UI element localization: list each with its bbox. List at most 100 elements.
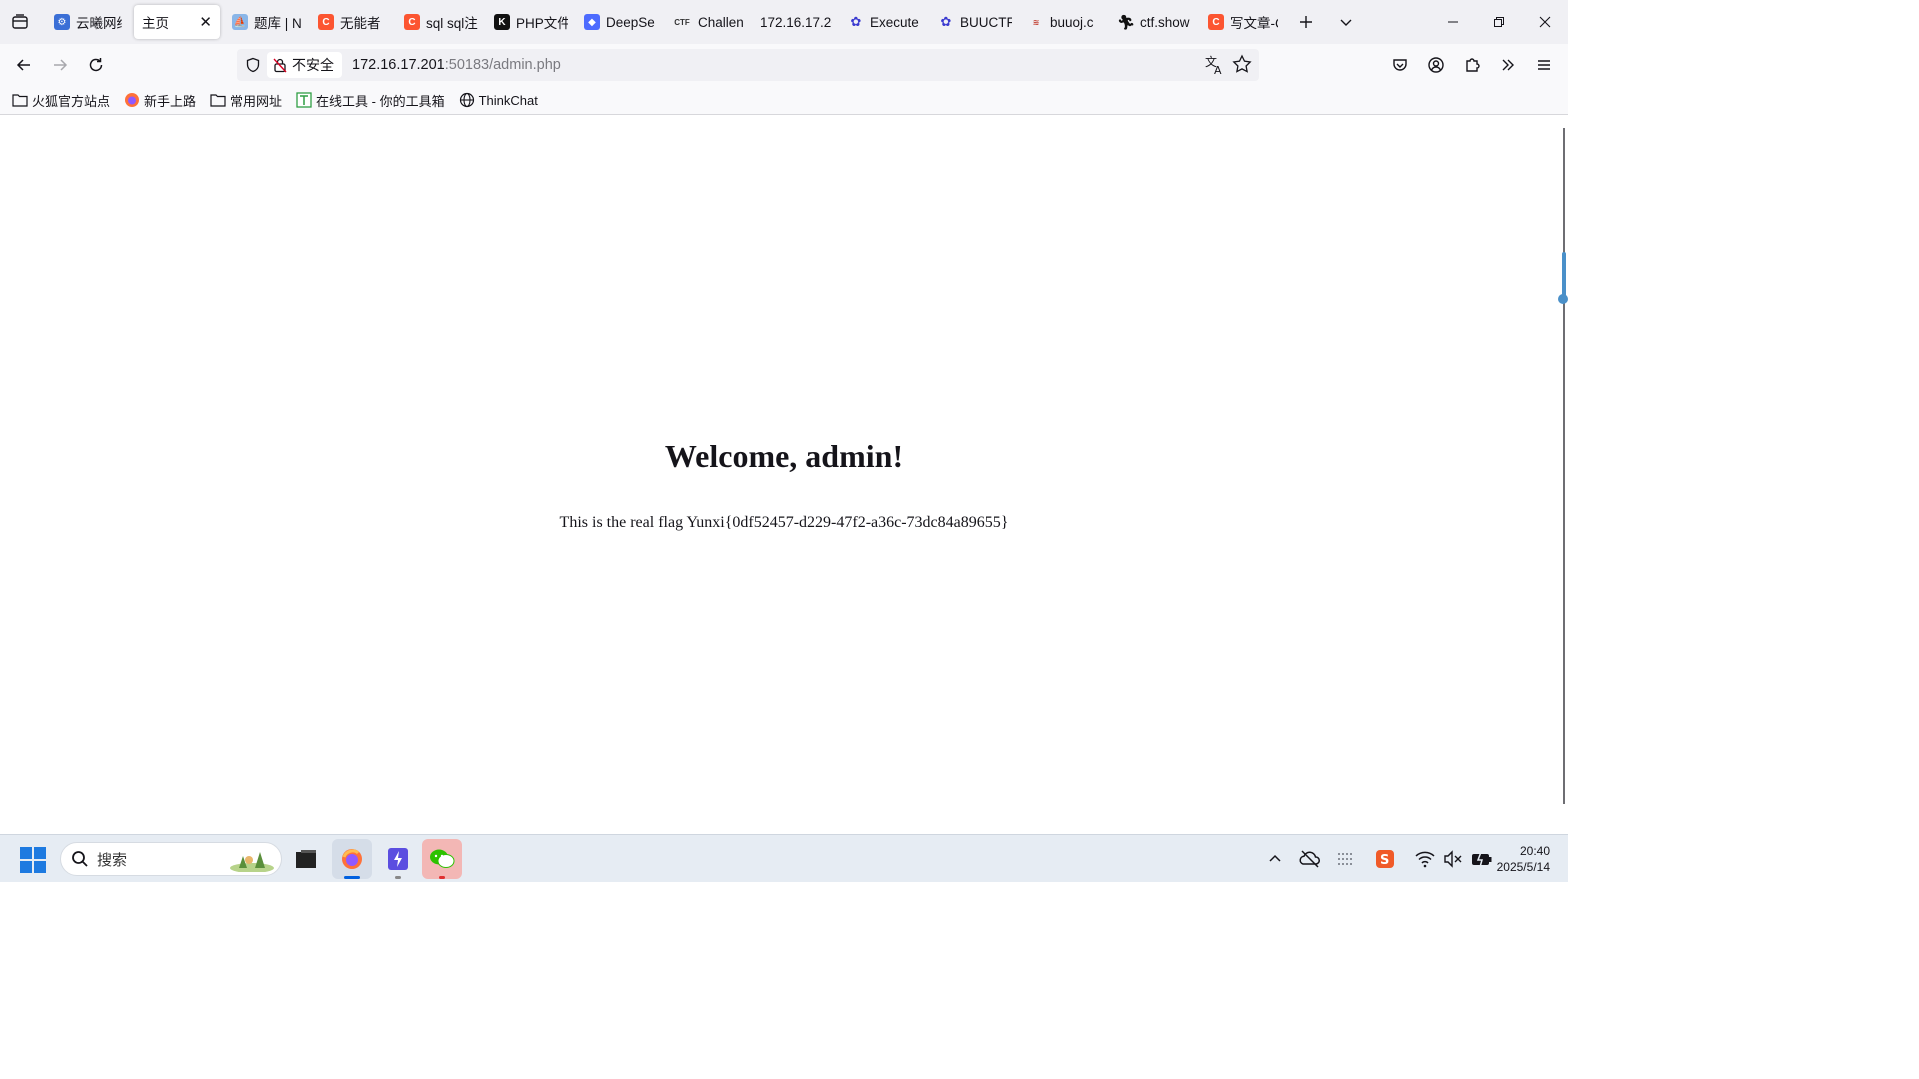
tab-overview-icon (12, 14, 28, 29)
lightning-app-icon (388, 848, 408, 870)
svg-text:S: S (1380, 853, 1389, 868)
taskbar-wechat[interactable] (422, 839, 462, 879)
tab-csdn-sql[interactable]: C sql sql注 (396, 5, 486, 39)
gear-blue-icon: ⚙ (54, 14, 70, 30)
restore-icon (1494, 17, 1504, 27)
pocket-icon (1393, 59, 1407, 71)
tab-yunxi[interactable]: ⚙ 云曦网络 (46, 5, 130, 39)
url-text[interactable]: 172.16.17.201:50183/admin.php (352, 57, 561, 73)
minimize-button[interactable] (1430, 0, 1476, 44)
taskbar-file-explorer[interactable] (286, 839, 326, 879)
taskbar-search[interactable]: 搜索 (60, 842, 282, 876)
new-tab-button[interactable] (1286, 0, 1326, 44)
list-all-tabs-button[interactable] (0, 0, 40, 44)
tab-ctfshow[interactable]: 🏃︎ ctf.show (1110, 5, 1200, 39)
flag-text: This is the real flag Yunxi{0df52457-d22… (559, 514, 1009, 531)
reload-button[interactable] (78, 49, 114, 81)
pocket-button[interactable] (1382, 49, 1418, 81)
bookmark-thinkchat[interactable]: ThinkChat (459, 92, 538, 108)
scrollbar-track[interactable] (1563, 128, 1565, 804)
clock-time: 20:40 (1519, 844, 1550, 858)
tab-csdn-1[interactable]: C 无能者 (310, 5, 396, 39)
navigation-toolbar: 不安全 172.16.17.201:50183/admin.php 文A (0, 44, 1568, 86)
windows-taskbar: 搜索 S 20:40 2025/5/14 (0, 834, 1568, 882)
scrollbar-thumb[interactable] (1562, 252, 1566, 300)
search-placeholder: 搜索 (97, 851, 128, 869)
bookmark-getting-started[interactable]: 新手上路 (124, 91, 196, 110)
forward-button[interactable] (42, 49, 78, 81)
wifi-icon[interactable] (1414, 848, 1436, 870)
tab-execute[interactable]: ✿ Execute (840, 5, 930, 39)
restore-button[interactable] (1476, 0, 1522, 44)
start-button[interactable] (20, 847, 46, 873)
ship-icon: ⛵ (232, 14, 248, 30)
site-security-indicator[interactable]: 不安全 (267, 52, 342, 78)
tab-challenge[interactable]: CTF Challen (664, 5, 752, 39)
account-icon (1428, 57, 1444, 73)
tool-icon (296, 92, 312, 108)
tab-deepseek[interactable]: ◆ DeepSe (576, 5, 664, 39)
page-viewport: Welcome, admin! This is the real flag Yu… (0, 116, 1568, 834)
double-chevron-right-icon (1502, 59, 1514, 71)
hamburger-menu-icon (1538, 60, 1550, 70)
chevron-down-icon (1340, 19, 1352, 26)
chevron-up-icon[interactable] (1264, 848, 1286, 870)
scrollbar-handle[interactable] (1558, 294, 1568, 304)
page-heading: Welcome, admin! (664, 438, 904, 474)
arrow-left-icon (16, 59, 30, 71)
onedrive-offline-icon[interactable] (1298, 848, 1322, 870)
tab-home[interactable]: 主页 ✕ (134, 5, 220, 39)
reload-icon (89, 58, 103, 72)
tab-buuctf[interactable]: ✿ BUUCTF (930, 5, 1020, 39)
deepseek-icon: ◆ (584, 14, 600, 30)
shield-icon[interactable] (245, 57, 261, 73)
close-icon (1539, 16, 1551, 28)
bookmark-firefox-official[interactable]: 火狐官方站点 (12, 91, 110, 110)
firefox-icon (125, 93, 140, 107)
taskbar-app-purple[interactable] (378, 839, 418, 879)
app-menu-button[interactable] (1526, 49, 1562, 81)
tab-ip[interactable]: 172.16.17.20 (752, 5, 840, 39)
ctf-icon: CTF (674, 17, 690, 27)
csdn-icon: C (318, 14, 334, 30)
plus-icon (1300, 16, 1312, 28)
system-tray: S (1264, 835, 1494, 883)
wechat-icon (430, 849, 455, 868)
network-app-icon[interactable] (1334, 848, 1356, 870)
paw-icon: ✿ (850, 14, 862, 29)
bookmark-star-icon[interactable] (1231, 53, 1253, 77)
back-button[interactable] (6, 49, 42, 81)
bookmark-online-tools[interactable]: 在线工具 - 你的工具箱 (296, 91, 445, 110)
more-tools-button[interactable] (1490, 49, 1526, 81)
taskbar-firefox[interactable] (332, 839, 372, 879)
paw-icon: ✿ (940, 14, 952, 29)
account-button[interactable] (1418, 49, 1454, 81)
globe-icon (459, 92, 474, 108)
battery-charging-icon[interactable] (1470, 848, 1494, 870)
tab-write-article[interactable]: C 写文章-C (1200, 5, 1286, 39)
url-bar[interactable]: 不安全 172.16.17.201:50183/admin.php 文A (237, 49, 1259, 81)
tab-php[interactable]: K PHP文件 (486, 5, 576, 39)
lock-insecure-icon (273, 58, 287, 73)
search-icon (72, 851, 88, 867)
folder-icon (210, 94, 226, 107)
arrow-right-icon (54, 59, 68, 71)
tab-strip: ⚙ 云曦网络 主页 ✕ ⛵ 题库 | N C 无能者 C sql sql注 K … (0, 0, 1568, 44)
folder-icon (12, 94, 28, 107)
extensions-button[interactable] (1454, 49, 1490, 81)
list-tabs-dropdown[interactable] (1326, 0, 1366, 44)
csdn-icon: C (404, 14, 420, 30)
taskbar-clock[interactable]: 20:40 2025/5/14 (1497, 843, 1550, 875)
tab-buuoj[interactable]: ≋ buuoj.c (1020, 5, 1110, 39)
translate-icon[interactable]: 文A (1203, 53, 1225, 77)
security-label: 不安全 (292, 57, 334, 73)
sogou-input-icon[interactable]: S (1374, 848, 1396, 870)
tab-tiku[interactable]: ⛵ 题库 | N (224, 5, 310, 39)
speaker-muted-icon[interactable] (1442, 848, 1464, 870)
search-highlight-icon (230, 852, 274, 872)
close-window-button[interactable] (1522, 0, 1568, 44)
close-tab-icon[interactable]: ✕ (199, 13, 212, 31)
csdn-icon: C (1208, 14, 1224, 30)
bookmark-common-sites[interactable]: 常用网址 (210, 91, 282, 110)
buuoj-icon: ≋ (1032, 17, 1040, 27)
